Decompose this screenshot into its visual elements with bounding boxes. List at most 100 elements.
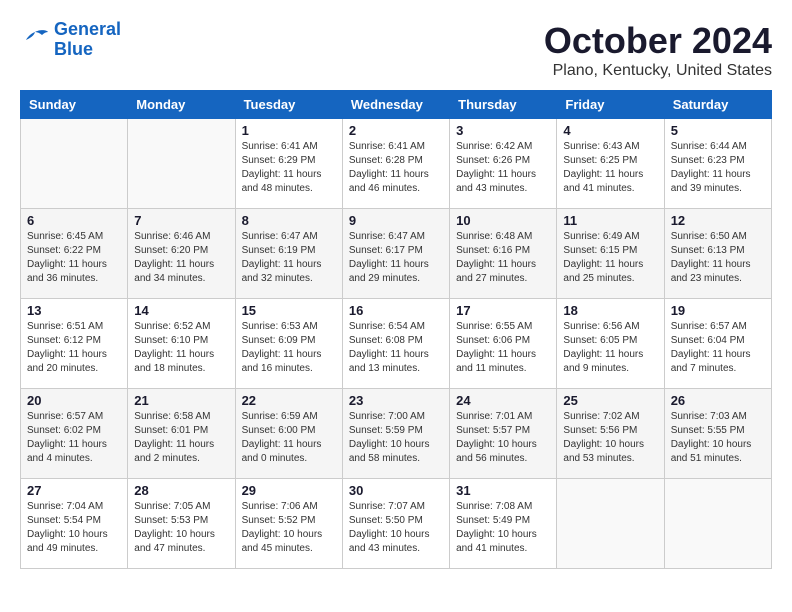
calendar-cell: 5 Sunrise: 6:44 AM Sunset: 6:23 PM Daylig… <box>664 119 771 209</box>
cell-info: Sunrise: 6:44 AM Sunset: 6:23 PM Dayligh… <box>671 140 765 196</box>
cell-info: Sunrise: 7:06 AM Sunset: 5:52 PM Dayligh… <box>242 500 336 556</box>
logo: General Blue <box>20 20 121 60</box>
calendar-cell: 10 Sunrise: 6:48 AM Sunset: 6:16 PM Dayli… <box>450 209 557 299</box>
day-number: 4 <box>563 123 657 138</box>
day-of-week-header: Saturday <box>664 91 771 119</box>
calendar-cell: 15 Sunrise: 6:53 AM Sunset: 6:09 PM Dayli… <box>235 299 342 389</box>
cell-info: Sunrise: 6:48 AM Sunset: 6:16 PM Dayligh… <box>456 230 550 286</box>
day-number: 22 <box>242 393 336 408</box>
day-number: 16 <box>349 303 443 318</box>
calendar-cell: 7 Sunrise: 6:46 AM Sunset: 6:20 PM Daylig… <box>128 209 235 299</box>
cell-info: Sunrise: 7:03 AM Sunset: 5:55 PM Dayligh… <box>671 410 765 466</box>
day-number: 5 <box>671 123 765 138</box>
cell-info: Sunrise: 6:57 AM Sunset: 6:04 PM Dayligh… <box>671 320 765 376</box>
day-number: 30 <box>349 483 443 498</box>
cell-info: Sunrise: 6:43 AM Sunset: 6:25 PM Dayligh… <box>563 140 657 196</box>
calendar-cell: 19 Sunrise: 6:57 AM Sunset: 6:04 PM Dayli… <box>664 299 771 389</box>
cell-info: Sunrise: 6:47 AM Sunset: 6:17 PM Dayligh… <box>349 230 443 286</box>
day-number: 7 <box>134 213 228 228</box>
cell-info: Sunrise: 7:01 AM Sunset: 5:57 PM Dayligh… <box>456 410 550 466</box>
calendar-cell <box>128 119 235 209</box>
calendar-cell: 2 Sunrise: 6:41 AM Sunset: 6:28 PM Daylig… <box>342 119 449 209</box>
cell-info: Sunrise: 6:53 AM Sunset: 6:09 PM Dayligh… <box>242 320 336 376</box>
cell-info: Sunrise: 6:46 AM Sunset: 6:20 PM Dayligh… <box>134 230 228 286</box>
cell-info: Sunrise: 6:55 AM Sunset: 6:06 PM Dayligh… <box>456 320 550 376</box>
calendar-cell: 8Sunrise: 6:47 AM Sunset: 6:19 PM Daylig… <box>235 209 342 299</box>
calendar-cell: 13 Sunrise: 6:51 AM Sunset: 6:12 PM Dayli… <box>21 299 128 389</box>
calendar-cell: 6 Sunrise: 6:45 AM Sunset: 6:22 PM Daylig… <box>21 209 128 299</box>
logo-bird-icon <box>20 28 50 52</box>
cell-info: Sunrise: 6:52 AM Sunset: 6:10 PM Dayligh… <box>134 320 228 376</box>
calendar-cell: 3Sunrise: 6:42 AM Sunset: 6:26 PM Daylig… <box>450 119 557 209</box>
calendar-cell: 20 Sunrise: 6:57 AM Sunset: 6:02 PM Dayli… <box>21 389 128 479</box>
day-number: 1 <box>242 123 336 138</box>
calendar-cell <box>664 479 771 569</box>
calendar-cell: 17 Sunrise: 6:55 AM Sunset: 6:06 PM Dayli… <box>450 299 557 389</box>
calendar-week-row: 20 Sunrise: 6:57 AM Sunset: 6:02 PM Dayli… <box>21 389 772 479</box>
day-number: 14 <box>134 303 228 318</box>
day-number: 2 <box>349 123 443 138</box>
cell-info: Sunrise: 6:41 AM Sunset: 6:29 PM Dayligh… <box>242 140 336 196</box>
day-of-week-header: Wednesday <box>342 91 449 119</box>
day-number: 23 <box>349 393 443 408</box>
calendar-cell: 21Sunrise: 6:58 AM Sunset: 6:01 PM Dayli… <box>128 389 235 479</box>
cell-info: Sunrise: 6:51 AM Sunset: 6:12 PM Dayligh… <box>27 320 121 376</box>
day-number: 19 <box>671 303 765 318</box>
calendar-week-row: 6 Sunrise: 6:45 AM Sunset: 6:22 PM Daylig… <box>21 209 772 299</box>
calendar-cell: 4 Sunrise: 6:43 AM Sunset: 6:25 PM Daylig… <box>557 119 664 209</box>
page-header: General Blue October 2024 Plano, Kentuck… <box>20 20 772 80</box>
day-number: 15 <box>242 303 336 318</box>
cell-info: Sunrise: 7:00 AM Sunset: 5:59 PM Dayligh… <box>349 410 443 466</box>
cell-info: Sunrise: 7:05 AM Sunset: 5:53 PM Dayligh… <box>134 500 228 556</box>
calendar-header-row: SundayMondayTuesdayWednesdayThursdayFrid… <box>21 91 772 119</box>
day-number: 18 <box>563 303 657 318</box>
day-number: 8 <box>242 213 336 228</box>
cell-info: Sunrise: 7:02 AM Sunset: 5:56 PM Dayligh… <box>563 410 657 466</box>
calendar-cell: 28Sunrise: 7:05 AM Sunset: 5:53 PM Dayli… <box>128 479 235 569</box>
calendar-week-row: 13 Sunrise: 6:51 AM Sunset: 6:12 PM Dayli… <box>21 299 772 389</box>
calendar-cell: 18 Sunrise: 6:56 AM Sunset: 6:05 PM Dayli… <box>557 299 664 389</box>
day-number: 13 <box>27 303 121 318</box>
cell-info: Sunrise: 6:50 AM Sunset: 6:13 PM Dayligh… <box>671 230 765 286</box>
calendar-cell: 29 Sunrise: 7:06 AM Sunset: 5:52 PM Dayli… <box>235 479 342 569</box>
day-of-week-header: Sunday <box>21 91 128 119</box>
calendar-cell <box>21 119 128 209</box>
calendar-cell: 24Sunrise: 7:01 AM Sunset: 5:57 PM Dayli… <box>450 389 557 479</box>
calendar-cell: 14 Sunrise: 6:52 AM Sunset: 6:10 PM Dayli… <box>128 299 235 389</box>
calendar-cell: 27 Sunrise: 7:04 AM Sunset: 5:54 PM Dayli… <box>21 479 128 569</box>
calendar-cell: 31 Sunrise: 7:08 AM Sunset: 5:49 PM Dayli… <box>450 479 557 569</box>
cell-info: Sunrise: 6:58 AM Sunset: 6:01 PM Dayligh… <box>134 410 228 466</box>
cell-info: Sunrise: 6:42 AM Sunset: 6:26 PM Dayligh… <box>456 140 550 196</box>
calendar-cell: 23 Sunrise: 7:00 AM Sunset: 5:59 PM Dayli… <box>342 389 449 479</box>
day-number: 6 <box>27 213 121 228</box>
cell-info: Sunrise: 6:41 AM Sunset: 6:28 PM Dayligh… <box>349 140 443 196</box>
day-number: 20 <box>27 393 121 408</box>
calendar-week-row: 1 Sunrise: 6:41 AM Sunset: 6:29 PM Daylig… <box>21 119 772 209</box>
day-number: 29 <box>242 483 336 498</box>
calendar-cell <box>557 479 664 569</box>
calendar-cell: 30 Sunrise: 7:07 AM Sunset: 5:50 PM Dayli… <box>342 479 449 569</box>
location: Plano, Kentucky, United States <box>544 62 772 80</box>
title-section: October 2024 Plano, Kentucky, United Sta… <box>544 20 772 80</box>
day-number: 31 <box>456 483 550 498</box>
day-number: 10 <box>456 213 550 228</box>
cell-info: Sunrise: 6:56 AM Sunset: 6:05 PM Dayligh… <box>563 320 657 376</box>
cell-info: Sunrise: 7:08 AM Sunset: 5:49 PM Dayligh… <box>456 500 550 556</box>
calendar-cell: 11Sunrise: 6:49 AM Sunset: 6:15 PM Dayli… <box>557 209 664 299</box>
cell-info: Sunrise: 6:57 AM Sunset: 6:02 PM Dayligh… <box>27 410 121 466</box>
cell-info: Sunrise: 6:54 AM Sunset: 6:08 PM Dayligh… <box>349 320 443 376</box>
day-number: 25 <box>563 393 657 408</box>
calendar-cell: 12Sunrise: 6:50 AM Sunset: 6:13 PM Dayli… <box>664 209 771 299</box>
day-of-week-header: Thursday <box>450 91 557 119</box>
day-number: 27 <box>27 483 121 498</box>
month-title: October 2024 <box>544 20 772 62</box>
cell-info: Sunrise: 6:49 AM Sunset: 6:15 PM Dayligh… <box>563 230 657 286</box>
cell-info: Sunrise: 6:45 AM Sunset: 6:22 PM Dayligh… <box>27 230 121 286</box>
cell-info: Sunrise: 7:07 AM Sunset: 5:50 PM Dayligh… <box>349 500 443 556</box>
calendar-cell: 26Sunrise: 7:03 AM Sunset: 5:55 PM Dayli… <box>664 389 771 479</box>
day-number: 17 <box>456 303 550 318</box>
calendar-table: SundayMondayTuesdayWednesdayThursdayFrid… <box>20 90 772 569</box>
cell-info: Sunrise: 7:04 AM Sunset: 5:54 PM Dayligh… <box>27 500 121 556</box>
calendar-cell: 16 Sunrise: 6:54 AM Sunset: 6:08 PM Dayli… <box>342 299 449 389</box>
day-of-week-header: Friday <box>557 91 664 119</box>
